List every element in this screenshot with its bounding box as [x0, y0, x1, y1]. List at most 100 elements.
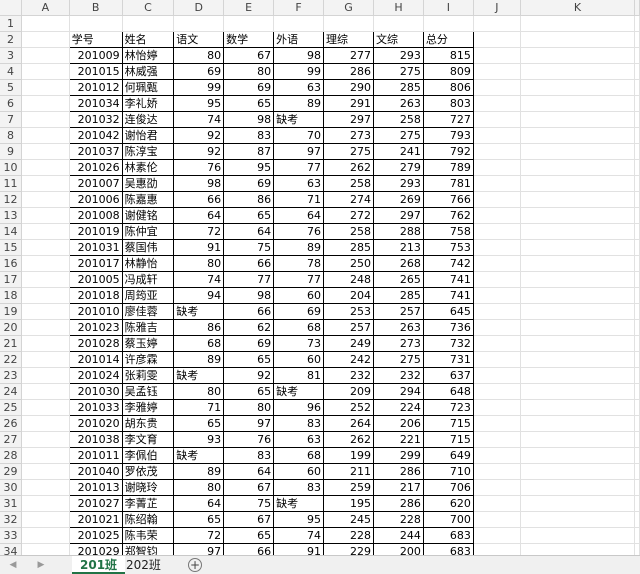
cell[interactable]	[634, 207, 640, 224]
cell[interactable]: 265	[372, 271, 424, 288]
cell[interactable]	[21, 159, 70, 176]
cell[interactable]	[473, 127, 521, 144]
cell[interactable]: 201019	[68, 223, 123, 240]
cell[interactable]: 吴惠劭	[121, 175, 175, 192]
cell[interactable]: 96	[273, 399, 325, 416]
cell[interactable]: 80	[173, 383, 225, 400]
row-header[interactable]: 17	[0, 271, 22, 288]
cell[interactable]	[520, 47, 636, 64]
cell[interactable]: 293	[372, 175, 424, 192]
cell[interactable]	[520, 463, 636, 480]
cell[interactable]	[21, 255, 70, 272]
cell[interactable]: 98	[223, 287, 275, 304]
cell[interactable]: 273	[323, 127, 374, 144]
cell[interactable]	[634, 511, 640, 528]
cell[interactable]: 201024	[68, 367, 123, 384]
cell[interactable]: 258	[323, 223, 374, 240]
cell[interactable]: 232	[323, 367, 374, 384]
cell[interactable]: 199	[323, 447, 374, 464]
cell[interactable]	[520, 95, 636, 112]
cell[interactable]: 206	[372, 415, 424, 432]
cell[interactable]	[634, 63, 640, 80]
cell[interactable]	[520, 31, 636, 48]
row-header[interactable]: 19	[0, 303, 22, 320]
cell[interactable]: 200	[372, 543, 424, 555]
cell[interactable]: 60	[273, 463, 325, 480]
cell[interactable]	[520, 175, 636, 192]
cell[interactable]	[634, 415, 640, 432]
cell[interactable]	[473, 31, 521, 48]
cell[interactable]: 连俊达	[121, 111, 175, 128]
cell[interactable]	[520, 447, 636, 464]
column-header-h[interactable]: H	[373, 0, 424, 16]
cell[interactable]: 72	[173, 527, 225, 544]
cell[interactable]: 68	[273, 319, 325, 336]
cell[interactable]: 683	[422, 543, 474, 555]
cell[interactable]: 201011	[68, 447, 123, 464]
cell[interactable]	[21, 303, 70, 320]
cell[interactable]	[634, 159, 640, 176]
cell[interactable]	[520, 383, 636, 400]
cell[interactable]: 75	[223, 495, 275, 512]
cell[interactable]: 98	[223, 111, 275, 128]
cell[interactable]: 92	[173, 143, 225, 160]
cell[interactable]	[520, 63, 636, 80]
spreadsheet-grid[interactable]: ABCDEFGHIJK 1 2 学号 姓名 语文 数学 外语 理综 文综 总分 3 201009 林怡婷…	[0, 0, 640, 555]
cell[interactable]: 93	[173, 431, 225, 448]
cell[interactable]: 201031	[68, 239, 123, 256]
cell[interactable]	[634, 335, 640, 352]
cell[interactable]	[634, 191, 640, 208]
cell[interactable]	[473, 63, 521, 80]
cell[interactable]: 285	[372, 287, 424, 304]
cell[interactable]	[473, 111, 521, 128]
cell[interactable]	[473, 95, 521, 112]
cell[interactable]: 201033	[68, 399, 123, 416]
cell[interactable]	[21, 287, 70, 304]
cell[interactable]: 275	[323, 143, 374, 160]
cell[interactable]: 241	[372, 143, 424, 160]
cell[interactable]: 缺考	[173, 447, 225, 464]
cell[interactable]	[473, 15, 521, 32]
cell[interactable]: 71	[273, 191, 325, 208]
cell[interactable]: 73	[273, 335, 325, 352]
cell[interactable]: 缺考	[173, 367, 225, 384]
cell[interactable]	[634, 351, 640, 368]
row-header[interactable]: 3	[0, 47, 22, 64]
select-all-corner[interactable]	[0, 0, 22, 16]
cell[interactable]: 80	[173, 47, 225, 64]
cell[interactable]: 201013	[68, 479, 123, 496]
cell[interactable]	[634, 111, 640, 128]
row-header[interactable]: 25	[0, 399, 22, 416]
cell[interactable]: 648	[422, 383, 474, 400]
column-header-a[interactable]: A	[21, 0, 70, 16]
cell[interactable]: 753	[422, 239, 474, 256]
cell[interactable]	[473, 79, 521, 96]
cell[interactable]	[21, 47, 70, 64]
row-header[interactable]: 7	[0, 111, 22, 128]
cell[interactable]: 259	[323, 479, 374, 496]
cell[interactable]	[520, 271, 636, 288]
cell[interactable]	[21, 15, 70, 32]
cell[interactable]	[634, 143, 640, 160]
cell[interactable]: 766	[422, 191, 474, 208]
cell[interactable]	[21, 367, 70, 384]
cell[interactable]	[223, 15, 275, 32]
row-header[interactable]: 29	[0, 463, 22, 480]
cell[interactable]: 201037	[68, 143, 123, 160]
cell[interactable]	[21, 463, 70, 480]
cell[interactable]: 715	[422, 415, 474, 432]
cell[interactable]: 65	[223, 95, 275, 112]
cell[interactable]	[473, 175, 521, 192]
cell[interactable]: 731	[422, 351, 474, 368]
cell[interactable]: 65	[223, 207, 275, 224]
cell[interactable]: 89	[173, 463, 225, 480]
cell[interactable]	[21, 223, 70, 240]
cell[interactable]: 60	[273, 287, 325, 304]
cell[interactable]: 陈淳宝	[121, 143, 175, 160]
row-header[interactable]: 30	[0, 479, 22, 496]
cell[interactable]	[21, 399, 70, 416]
cell[interactable]	[520, 127, 636, 144]
cell[interactable]	[21, 319, 70, 336]
cell[interactable]: 201015	[68, 63, 123, 80]
cell[interactable]: 胡东贵	[121, 415, 175, 432]
